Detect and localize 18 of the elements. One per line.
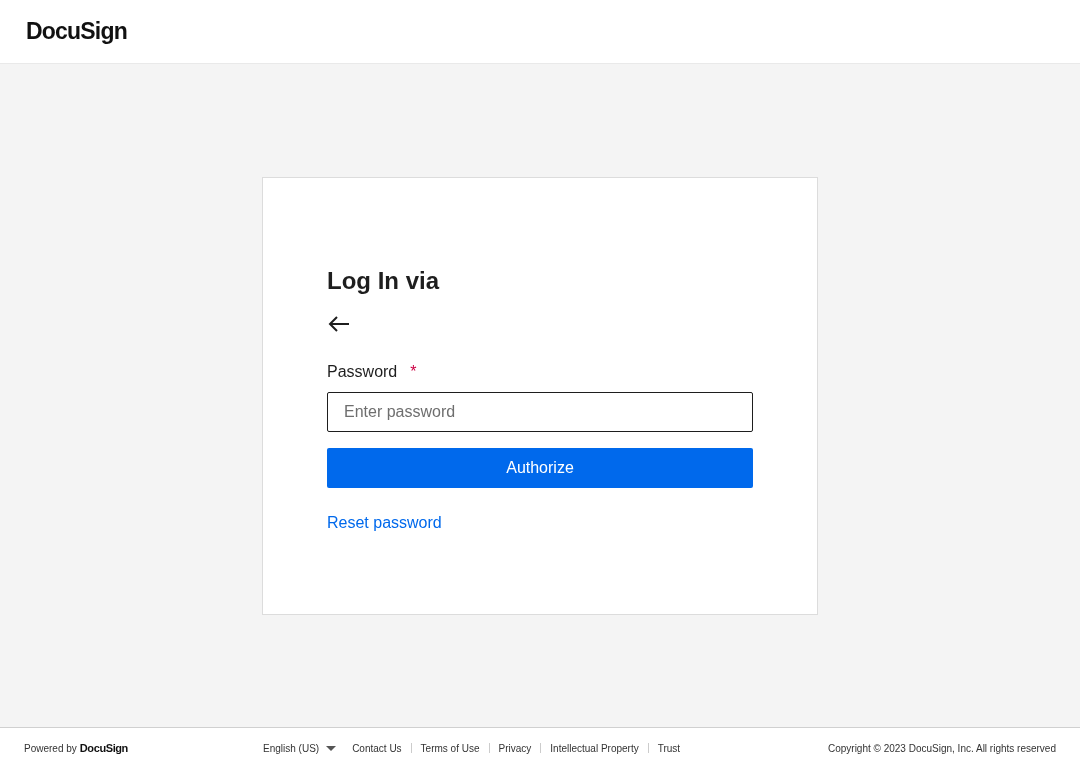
- language-selector[interactable]: English (US): [263, 742, 320, 754]
- copyright-text: Copyright © 2023 DocuSign, Inc. All rights reserved: [827, 742, 1056, 754]
- back-arrow-icon[interactable]: [327, 316, 351, 332]
- docusign-logo: DocuSign: [79, 742, 128, 754]
- password-field[interactable]: Enter password: [327, 392, 753, 432]
- password-label: Password: [327, 362, 398, 382]
- footer-link[interactable]: Privacy: [498, 742, 532, 754]
- login-title: Log In via: [327, 266, 441, 296]
- reset-password-link[interactable]: Reset password: [327, 514, 442, 532]
- authorize-button[interactable]: Authorize: [327, 448, 753, 488]
- required-mark: *: [410, 362, 417, 382]
- footer-link[interactable]: Intellectual Property: [550, 742, 639, 754]
- footer-link[interactable]: Trust: [657, 742, 681, 754]
- docusign-logo: DocuSign: [26, 18, 127, 45]
- footer-link[interactable]: Terms of Use: [420, 742, 480, 754]
- powered-by-text: Powered by: [24, 742, 77, 754]
- caret-icon[interactable]: [326, 745, 337, 751]
- footer-link[interactable]: Contact Us: [352, 742, 402, 754]
